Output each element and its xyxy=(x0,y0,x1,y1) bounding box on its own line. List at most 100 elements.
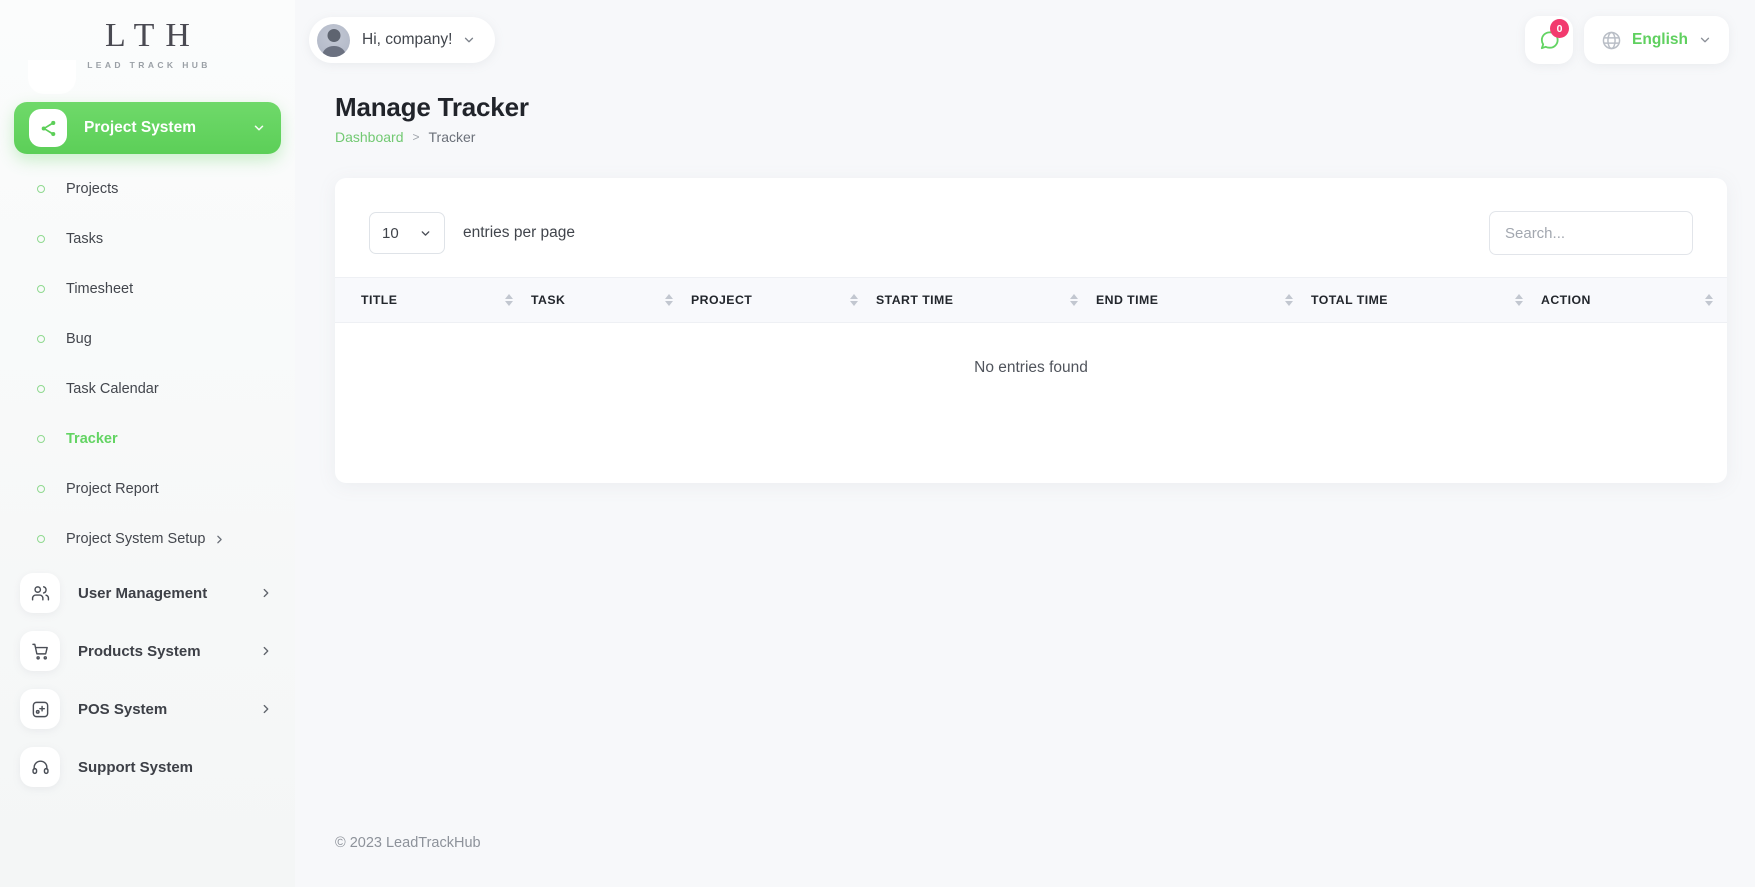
topbar-actions: 0 English xyxy=(1525,16,1729,64)
column-label: TASK xyxy=(531,293,566,307)
logo-notch xyxy=(28,60,76,94)
sidebar-item-label: Projects xyxy=(66,181,119,197)
sort-icon xyxy=(665,294,673,306)
sidebar-item-label: Tasks xyxy=(66,231,104,247)
sidebar-item-bug[interactable]: Bug xyxy=(0,314,295,364)
sidebar-item-tracker[interactable]: Tracker xyxy=(0,414,295,464)
page-header: Manage Tracker Dashboard > Tracker xyxy=(295,80,1755,145)
sidebar-item-user-management[interactable]: User Management xyxy=(0,564,295,622)
breadcrumb-current: Tracker xyxy=(428,129,476,145)
user-greeting: Hi, company! xyxy=(362,31,453,48)
sort-icon xyxy=(1285,294,1293,306)
entries-per-page-select[interactable]: 10 xyxy=(369,212,445,254)
sidebar-item-products-system[interactable]: Products System xyxy=(0,622,295,680)
entries-per-page-value: 10 xyxy=(382,224,399,242)
sidebar-item-project-system[interactable]: Project System xyxy=(14,102,281,154)
table-header-row: TITLE TASK PROJECT START TIME END TIME T… xyxy=(335,277,1727,323)
column-label: ACTION xyxy=(1541,293,1591,307)
logo-subtitle: LEAD TRACK HUB xyxy=(87,59,211,70)
tracker-table: TITLE TASK PROJECT START TIME END TIME T… xyxy=(335,277,1727,415)
chevron-down-icon xyxy=(419,227,432,240)
column-label: END TIME xyxy=(1096,293,1159,307)
chevron-right-icon xyxy=(259,702,273,716)
bullet-icon xyxy=(37,335,45,343)
sidebar-item-label: Tracker xyxy=(66,431,118,447)
sidebar-item-label: Project Report xyxy=(66,481,159,497)
empty-message: No entries found xyxy=(974,359,1088,376)
search-input[interactable] xyxy=(1489,211,1693,255)
topbar: Hi, company! 0 English xyxy=(295,0,1755,80)
sidebar-item-tasks[interactable]: Tasks xyxy=(0,214,295,264)
app-root: LTH LEAD TRACK HUB Project System Projec… xyxy=(0,0,1755,887)
table-toolbar: 10 entries per page xyxy=(335,178,1727,277)
sidebar-item-label: Bug xyxy=(66,331,92,347)
column-label: TITLE xyxy=(361,293,398,307)
column-label: START TIME xyxy=(876,293,954,307)
breadcrumb-dashboard[interactable]: Dashboard xyxy=(335,129,404,145)
language-label: English xyxy=(1632,31,1688,48)
avatar xyxy=(317,23,350,57)
bullet-icon xyxy=(37,435,45,443)
sidebar-item-project-system-setup[interactable]: Project System Setup xyxy=(0,514,295,564)
column-header-task[interactable]: TASK xyxy=(505,277,665,323)
footer-copyright: © 2023 LeadTrackHub xyxy=(335,835,481,851)
sidebar-item-label: Timesheet xyxy=(66,281,134,297)
column-header-total-time[interactable]: TOTAL TIME xyxy=(1285,277,1515,323)
sidebar-item-timesheet[interactable]: Timesheet xyxy=(0,264,295,314)
sidebar-item-project-report[interactable]: Project Report xyxy=(0,464,295,514)
bullet-icon xyxy=(37,235,45,243)
chevron-right-icon xyxy=(259,586,273,600)
column-header-end-time[interactable]: END TIME xyxy=(1070,277,1285,323)
globe-icon xyxy=(1601,30,1622,51)
sidebar-item-label: Project System xyxy=(84,119,196,136)
chevron-down-icon xyxy=(252,121,266,135)
sort-icon xyxy=(505,294,513,306)
sidebar-item-label: User Management xyxy=(78,584,208,602)
sidebar-item-task-calendar[interactable]: Task Calendar xyxy=(0,364,295,414)
table-empty-row: No entries found xyxy=(335,323,1727,416)
chevron-down-icon xyxy=(462,33,476,47)
sidebar: LTH LEAD TRACK HUB Project System Projec… xyxy=(0,0,295,887)
user-menu-button[interactable]: Hi, company! xyxy=(309,17,496,63)
chevron-right-icon xyxy=(259,644,273,658)
bullet-icon xyxy=(37,285,45,293)
bullet-icon xyxy=(37,535,45,543)
sort-icon xyxy=(850,294,858,306)
column-header-title[interactable]: TITLE xyxy=(335,277,505,323)
column-header-project[interactable]: PROJECT xyxy=(665,277,850,323)
bullet-icon xyxy=(37,185,45,193)
sort-icon xyxy=(1705,294,1713,306)
notification-badge: 0 xyxy=(1550,19,1570,38)
column-header-action[interactable]: ACTION xyxy=(1515,277,1727,323)
column-header-start-time[interactable]: START TIME xyxy=(850,277,1070,323)
sort-icon xyxy=(1070,294,1078,306)
headset-icon xyxy=(20,747,60,787)
entries-per-page-label: entries per page xyxy=(463,224,576,241)
sidebar-item-support-system[interactable]: Support System xyxy=(0,738,295,796)
table-head: TITLE TASK PROJECT START TIME END TIME T… xyxy=(335,277,1727,323)
breadcrumb-separator: > xyxy=(412,130,420,144)
chat-button[interactable]: 0 xyxy=(1525,16,1574,64)
sidebar-item-label: Task Calendar xyxy=(66,381,159,397)
cart-icon xyxy=(20,631,60,671)
logo-text: LTH xyxy=(105,16,201,54)
chevron-right-icon xyxy=(213,533,226,546)
language-selector[interactable]: English xyxy=(1584,16,1729,64)
share-icon xyxy=(29,109,67,147)
sidebar-item-label: POS System xyxy=(78,700,168,718)
sidebar-submenu: Projects Tasks Timesheet Bug Task Calend… xyxy=(0,154,295,564)
sidebar-item-projects[interactable]: Projects xyxy=(0,164,295,214)
bullet-icon xyxy=(37,385,45,393)
bullet-icon xyxy=(37,485,45,493)
tracker-card: 10 entries per page TITLE xyxy=(335,178,1727,483)
column-label: PROJECT xyxy=(691,293,753,307)
main-content: Hi, company! 0 English Manage Tracker Da… xyxy=(295,0,1755,887)
sidebar-item-pos-system[interactable]: POS System xyxy=(0,680,295,738)
table-body: No entries found xyxy=(335,323,1727,416)
page-title: Manage Tracker xyxy=(335,92,529,122)
sort-icon xyxy=(1515,294,1523,306)
chevron-down-icon xyxy=(1698,33,1712,47)
breadcrumb: Dashboard > Tracker xyxy=(335,129,1755,145)
users-icon xyxy=(20,573,60,613)
pos-grid-icon xyxy=(20,689,60,729)
